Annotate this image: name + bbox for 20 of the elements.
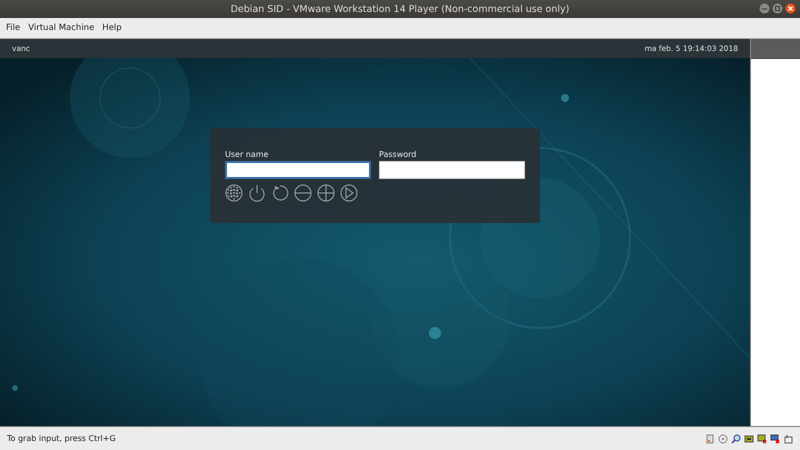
side-panel-header bbox=[751, 39, 800, 59]
menu-item[interactable]: Help bbox=[99, 23, 127, 33]
line-circle-icon[interactable] bbox=[294, 184, 312, 202]
search-icon[interactable] bbox=[731, 434, 741, 444]
status-text: To grab input, press Ctrl+G bbox=[7, 434, 116, 443]
display-icon[interactable] bbox=[770, 434, 780, 444]
field-label: Password bbox=[379, 150, 418, 159]
menu-item[interactable]: Virtual Machine bbox=[25, 23, 100, 33]
play-circle-icon[interactable] bbox=[340, 184, 358, 202]
password-field[interactable] bbox=[379, 161, 525, 179]
close-button[interactable] bbox=[785, 3, 796, 14]
menu-item[interactable]: File bbox=[3, 23, 26, 33]
crosshair-circle-icon[interactable] bbox=[317, 184, 335, 202]
checkered-circle-icon[interactable] bbox=[225, 184, 243, 202]
window-title: Debian SID - VMware Workstation 14 Player (Non-commercial use only) bbox=[230, 4, 570, 14]
minimize-button[interactable] bbox=[759, 3, 770, 14]
field-label: User name bbox=[225, 150, 270, 159]
restart-icon[interactable] bbox=[271, 184, 289, 202]
username-field[interactable] bbox=[225, 161, 371, 179]
power-icon[interactable] bbox=[248, 184, 266, 202]
